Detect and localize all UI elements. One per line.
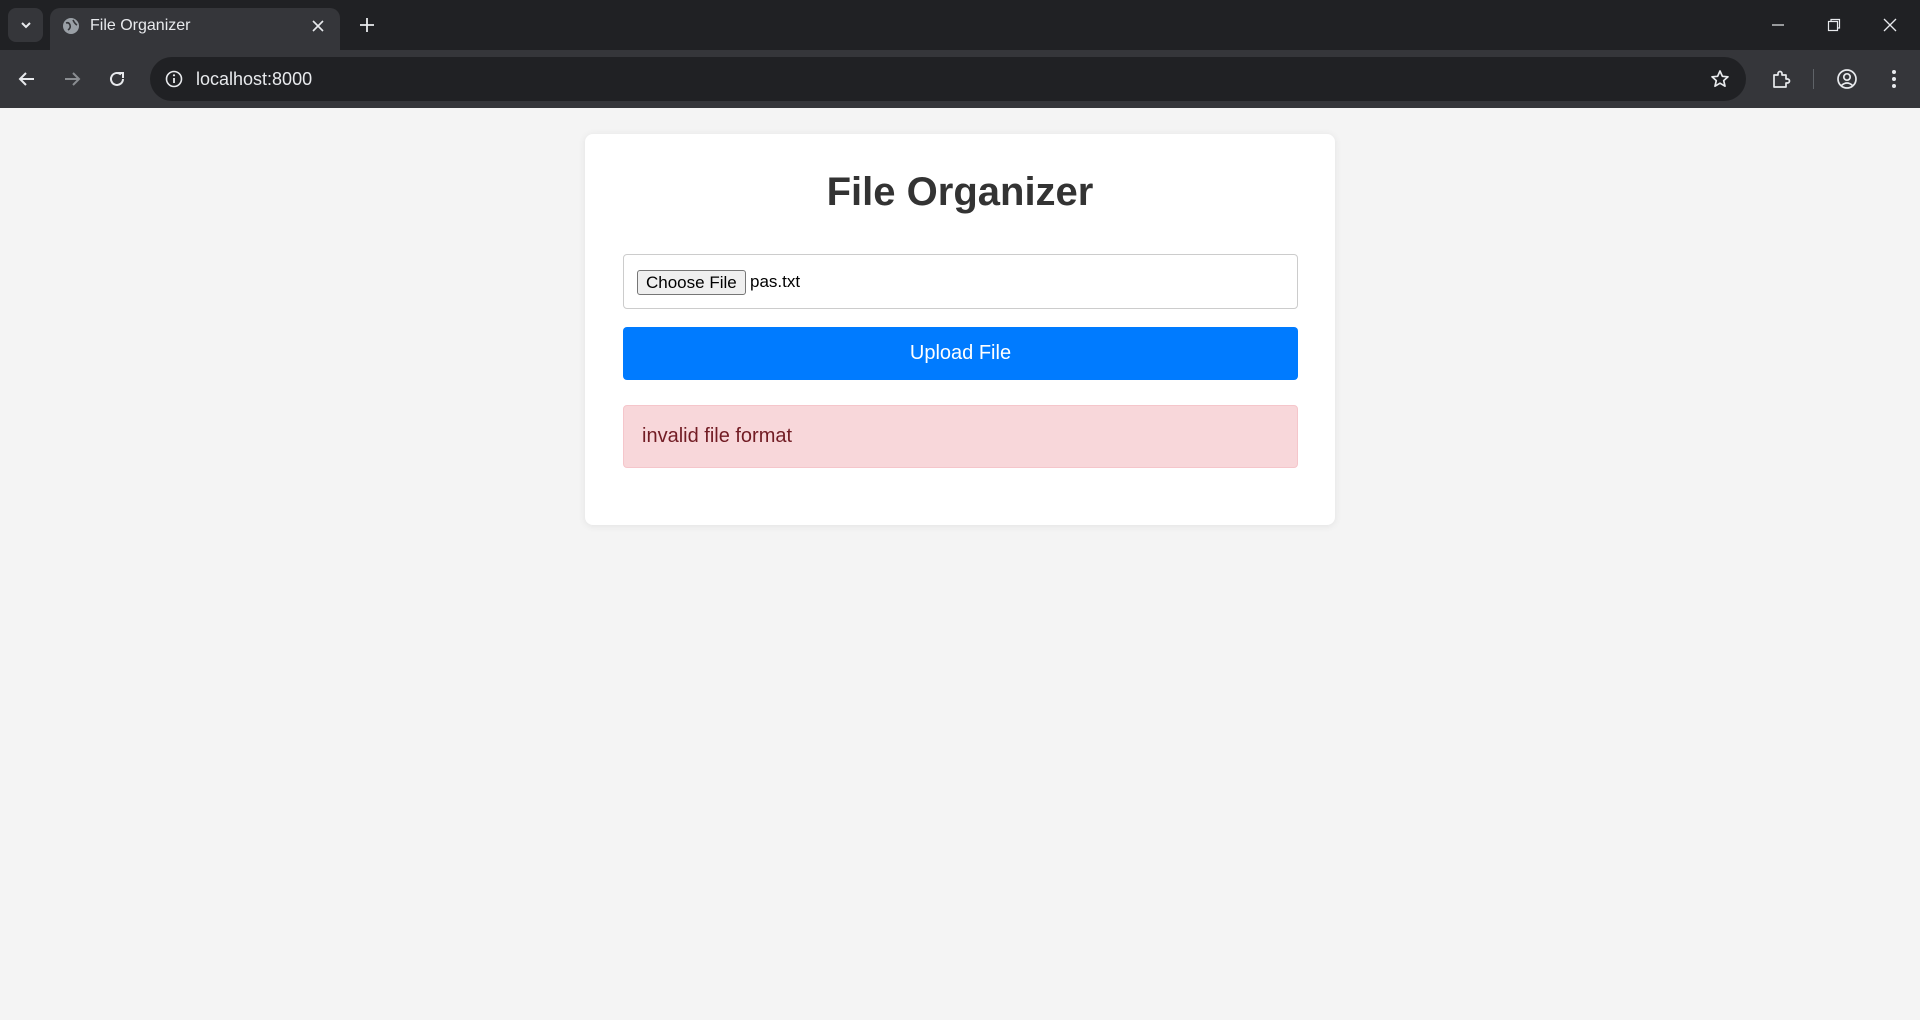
window-close-button[interactable] [1862,0,1918,50]
bookmark-button[interactable] [1706,65,1734,93]
tab-search-button[interactable] [8,8,43,42]
choose-file-button[interactable]: Choose File [637,270,746,295]
address-bar-url: localhost:8000 [196,69,313,89]
close-icon [1883,18,1897,32]
upload-card: File Organizer Choose File pas.txt Uploa… [585,134,1335,525]
globe-icon [63,18,79,34]
toolbar-divider [1813,69,1814,89]
plus-icon [360,18,374,32]
restore-button[interactable] [1806,0,1862,50]
star-icon [1711,70,1729,88]
arrow-right-icon [65,72,81,86]
extensions-button[interactable] [1763,62,1799,96]
chevron-down-icon [20,22,31,29]
tab-close-button[interactable] [306,14,330,38]
account-icon [1837,69,1857,89]
info-icon [165,70,183,88]
arrow-left-icon [18,72,34,86]
puzzle-icon [1773,70,1791,88]
file-input[interactable]: Choose File pas.txt [623,254,1298,309]
selected-file-name: pas.txt [750,272,801,291]
close-icon [312,20,324,32]
profile-button[interactable] [1829,62,1865,96]
minimize-button[interactable] [1750,0,1806,50]
restore-icon [1827,18,1841,32]
page-viewport: File Organizer Choose File pas.txt Uploa… [0,108,1920,1020]
reload-button[interactable] [99,62,135,96]
new-tab-button[interactable] [352,10,382,40]
minimize-icon [1772,24,1784,26]
address-bar[interactable]: localhost:8000 [150,57,1746,101]
back-button[interactable] [9,62,45,96]
upload-file-button[interactable]: Upload File [623,327,1298,380]
browser-toolbar: localhost:8000 [0,50,1920,108]
page-title: File Organizer [826,170,1094,214]
tab-title: File Organizer [90,17,191,34]
browser-tab[interactable]: File Organizer [50,8,340,50]
site-info-button[interactable] [158,63,190,95]
reload-icon [110,71,124,86]
browser-menu-button[interactable] [1876,62,1912,96]
browser-tab-strip: File Organizer [0,0,1920,50]
error-alert: invalid file format [623,405,1298,468]
more-vertical-icon [1892,70,1896,88]
error-message: invalid file format [642,425,793,447]
forward-button[interactable] [54,62,90,96]
